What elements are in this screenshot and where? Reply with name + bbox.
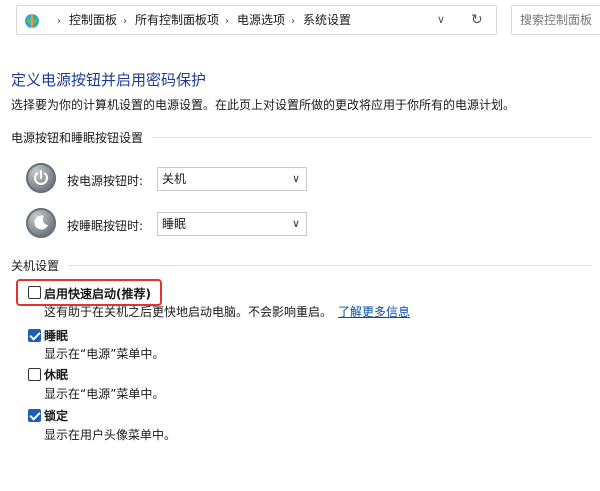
shutdown-heading: 关机设置 — [11, 259, 60, 273]
page-description: 选择要为你的计算机设置的电源设置。在此页上对设置所做的更改将应用于你所有的电源计… — [11, 98, 516, 112]
address-toolbar: › 控制面板 › 所有控制面板项 › 电源选项 › 系统设置 ∨ ↻ — [0, 0, 600, 44]
hibernate-label[interactable]: 休眠 — [44, 366, 68, 383]
sleep-button-value: 睡眠 — [162, 217, 187, 231]
power-button-icon — [26, 163, 56, 193]
fast-startup-description-text: 这有助于在关机之后更快地启动电脑。不会影响重启。 — [44, 305, 333, 319]
page-title: 定义电源按钮并启用密码保护 — [11, 71, 207, 89]
power-button-select[interactable]: 关机 ∨ — [157, 167, 307, 191]
search-box[interactable] — [511, 5, 600, 35]
breadcrumb-system-settings[interactable]: 系统设置 — [303, 13, 351, 27]
group-divider — [68, 265, 592, 266]
sleep-button-label: 按睡眠按钮时: — [67, 219, 144, 233]
hibernate-description: 显示在“电源”菜单中。 — [44, 387, 165, 401]
breadcrumb-separator: › — [225, 16, 230, 27]
chevron-down-icon: ∨ — [291, 217, 300, 230]
highlight-box — [16, 279, 162, 306]
sleep-label[interactable]: 睡眠 — [44, 327, 68, 344]
breadcrumb-all-items[interactable]: 所有控制面板项 — [135, 13, 219, 27]
search-input[interactable] — [512, 6, 600, 34]
control-panel-icon — [23, 12, 41, 30]
chevron-down-icon: ∨ — [291, 172, 300, 185]
fast-startup-description: 这有助于在关机之后更快地启动电脑。不会影响重启。 了解更多信息 — [44, 303, 410, 320]
power-button-value: 关机 — [162, 172, 187, 186]
breadcrumb-control-panel[interactable]: 控制面板 — [69, 13, 117, 27]
lock-checkbox[interactable] — [28, 409, 41, 422]
power-button-label: 按电源按钮时: — [67, 174, 144, 188]
breadcrumb-separator: › — [57, 16, 61, 27]
breadcrumb: › 控制面板 › 所有控制面板项 › 电源选项 › 系统设置 — [51, 6, 351, 34]
address-bar[interactable]: › 控制面板 › 所有控制面板项 › 电源选项 › 系统设置 ∨ ↻ — [16, 5, 497, 35]
lock-label[interactable]: 锁定 — [44, 407, 68, 424]
group-divider — [152, 137, 592, 138]
refresh-icon[interactable]: ↻ — [471, 6, 483, 34]
breadcrumb-power-options[interactable]: 电源选项 — [237, 13, 285, 27]
chevron-down-icon[interactable]: ∨ — [437, 6, 445, 34]
sleep-button-icon — [26, 208, 56, 238]
sleep-button-select[interactable]: 睡眠 ∨ — [157, 212, 307, 236]
breadcrumb-separator: › — [291, 16, 296, 27]
sleep-checkbox[interactable] — [28, 329, 41, 342]
learn-more-link[interactable]: 了解更多信息 — [338, 305, 410, 319]
sleep-description: 显示在“电源”菜单中。 — [44, 347, 165, 361]
lock-description: 显示在用户头像菜单中。 — [44, 428, 177, 442]
breadcrumb-separator: › — [123, 16, 128, 27]
power-buttons-heading: 电源按钮和睡眠按钮设置 — [11, 131, 144, 145]
hibernate-checkbox[interactable] — [28, 368, 41, 381]
